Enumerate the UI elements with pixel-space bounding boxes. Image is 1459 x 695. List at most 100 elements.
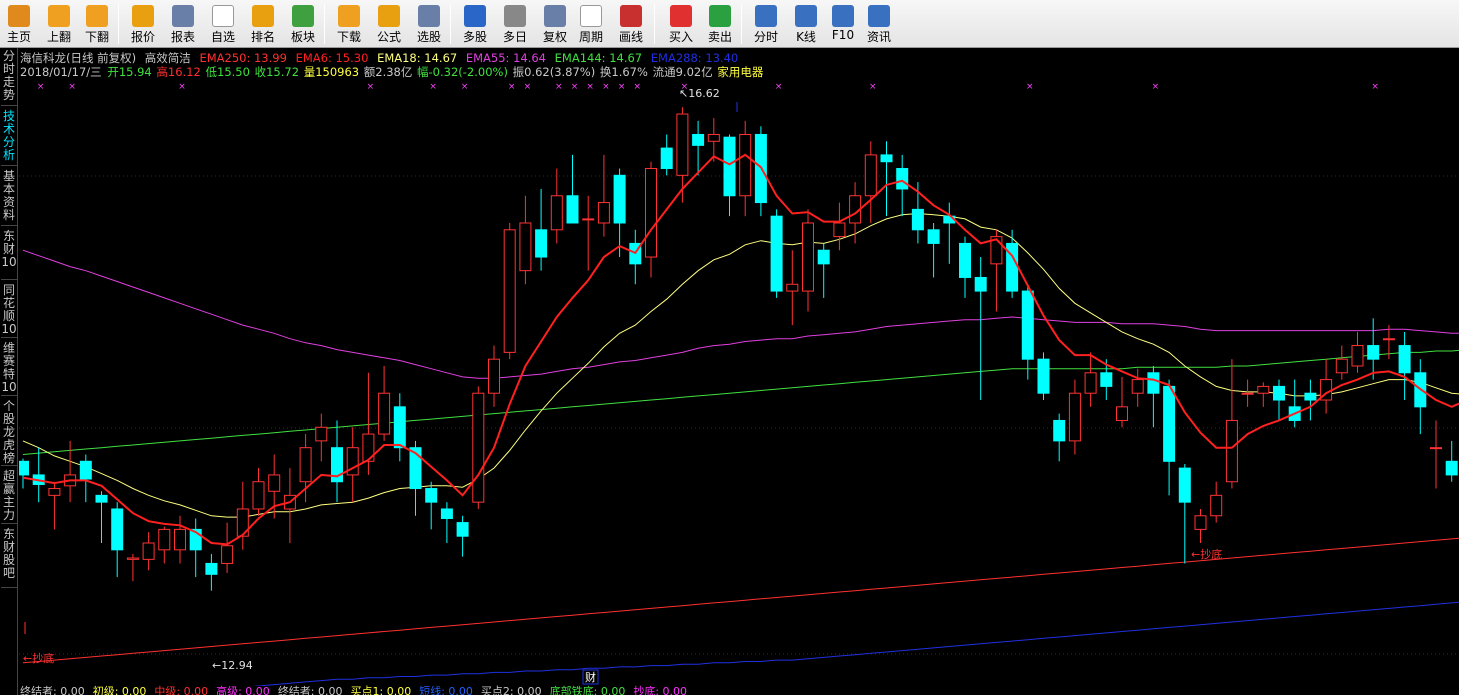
candle	[786, 250, 799, 326]
toolbar-button-f6[interactable]: 自选	[206, 3, 240, 45]
toolbar-button-stock-pick[interactable]: 选股	[412, 3, 446, 45]
candle	[32, 447, 45, 503]
candle	[1398, 331, 1411, 401]
candle-body	[472, 392, 485, 503]
candle	[1225, 359, 1238, 489]
candle	[315, 413, 328, 462]
signal-marker: ×	[586, 82, 594, 92]
bottom-indicator-value: 终结者: 0.00	[277, 685, 343, 695]
toolbar-button-download[interactable]: 下载	[332, 3, 366, 45]
toolbar-button-arrow-down[interactable]: 下翻	[80, 3, 114, 45]
candle	[566, 154, 579, 224]
candle-body	[1273, 385, 1285, 401]
arrow-up-icon	[48, 5, 70, 27]
candle-body	[48, 488, 61, 496]
candle-body	[174, 528, 186, 551]
bottom-indicator-value: 抄底: 0.00	[633, 685, 688, 695]
sidebar-tab[interactable]: 个股龙虎榜	[1, 400, 17, 466]
toolbar-button-formula[interactable]: 公式	[372, 3, 406, 45]
candle-body	[315, 426, 328, 442]
toolbar-button-buy[interactable]: 买入	[664, 3, 698, 45]
candle	[833, 202, 846, 251]
candle	[283, 468, 296, 544]
toolbar: 主页 上翻 下翻 报价 报表 自选 排名 板块 下载 公式 选股 多股 多日 复权 周期 画线 买入 卖出 分时 K线…	[0, 0, 1459, 48]
candle	[472, 386, 485, 509]
toolbar-button-kline[interactable]: K线	[789, 3, 823, 45]
toolbar-button-sell[interactable]: 卖出	[703, 3, 737, 45]
sidebar-tab[interactable]: 东财10	[1, 230, 17, 280]
candle-body	[205, 562, 218, 575]
toolbar-button-multi-stock[interactable]: 多股	[458, 3, 492, 45]
toolbar-button-label: 买入	[668, 30, 693, 44]
ema55-line	[22, 249, 1459, 379]
candle-body	[142, 542, 155, 560]
toolbar-button-adjust[interactable]: 复权	[538, 3, 572, 45]
sidebar-tab[interactable]: 超赢主力	[1, 470, 17, 524]
candle	[1068, 379, 1081, 455]
quote-date: 2018/01/17/三	[20, 65, 102, 79]
intraday-icon	[755, 5, 777, 27]
toolbar-button-sector[interactable]: 板块	[286, 3, 320, 45]
toolbar-button-report[interactable]: 报表	[166, 3, 200, 45]
toolbar-button-draw-line[interactable]: 画线	[614, 3, 648, 45]
sidebar-tab[interactable]: 基本资料	[1, 170, 17, 226]
signal-marker: ×	[461, 82, 469, 92]
candle-body	[896, 168, 909, 190]
candle	[864, 141, 877, 223]
candle	[582, 195, 595, 271]
ema18-value: EMA18: 14.67	[377, 51, 458, 65]
f6-icon	[212, 5, 234, 27]
sidebar-tab[interactable]: 技术分析	[1, 110, 17, 166]
candle-body	[770, 215, 783, 292]
toolbar-separator	[450, 4, 451, 44]
toolbar-button-news[interactable]: 资讯	[862, 3, 896, 45]
candle	[1116, 376, 1128, 428]
candle	[221, 522, 234, 573]
signal-marker: ×	[367, 82, 375, 92]
candle	[1430, 420, 1442, 489]
bottom-indicator-row: 终结者: 0.00 初级: 0.00 中级: 0.00 高级: 0.00 终结者: 0.…	[20, 686, 695, 695]
candle	[802, 209, 814, 312]
indicator-info-row: 海信科龙(日线 前复权) 高效简洁 EMA250: 13.99 EMA6: 15…	[20, 51, 743, 65]
toolbar-button-intraday[interactable]: 分时	[749, 3, 783, 45]
toolbar-button-label: 下翻	[84, 30, 109, 44]
candle-body	[864, 154, 877, 197]
candle-body	[927, 229, 940, 244]
toolbar-button-yen[interactable]: 报价	[126, 3, 160, 45]
toolbar-button-arrow-up[interactable]: 上翻	[42, 3, 76, 45]
candle-body	[1163, 385, 1176, 462]
sidebar-tab[interactable]: 同花顺10	[1, 284, 17, 338]
ema250-value: EMA250: 13.99	[199, 51, 287, 65]
candle	[142, 532, 155, 571]
candle	[660, 134, 673, 176]
candle-body	[252, 481, 265, 510]
ema6-value: EMA6: 15.30	[295, 51, 369, 65]
toolbar-button-label: 公式	[376, 30, 401, 44]
home-icon	[8, 5, 30, 27]
candle	[1445, 440, 1458, 482]
candle	[378, 365, 391, 441]
signal-marker: ×	[37, 82, 45, 92]
candle-body	[95, 494, 108, 503]
sidebar-tab[interactable]: 维赛特10	[1, 342, 17, 396]
quote-change: 幅-0.32(-2.00%)	[417, 65, 508, 79]
quote-close: 收15.72	[254, 65, 300, 79]
candle	[331, 420, 343, 503]
sidebar-tab[interactable]: 东财股吧	[1, 528, 17, 588]
candle-body	[1178, 467, 1191, 503]
toolbar-button-clock[interactable]: 多日	[498, 3, 532, 45]
sidebar-tab[interactable]: 分时走势	[1, 50, 17, 106]
toolbar-button-rank[interactable]: 排名	[246, 3, 280, 45]
kline-chart[interactable]: ×××××××××××××××××××××↖16.62←12.94←抄底←抄底财	[19, 80, 1459, 686]
candle	[456, 515, 469, 557]
buy-icon	[670, 5, 692, 27]
quote-info-row: 2018/01/17/三 开15.94 高16.12 低15.50 收15.72…	[20, 65, 768, 79]
candle	[739, 120, 752, 217]
toolbar-button-f10[interactable]: F10	[826, 3, 860, 45]
bottom-indicator-value: 中级: 0.00	[154, 685, 209, 695]
toolbar-button-f8[interactable]: 周期	[574, 3, 608, 45]
candle	[1273, 379, 1285, 421]
candle	[346, 427, 359, 503]
candle	[1351, 331, 1364, 373]
toolbar-button-home[interactable]: 主页	[2, 3, 36, 45]
